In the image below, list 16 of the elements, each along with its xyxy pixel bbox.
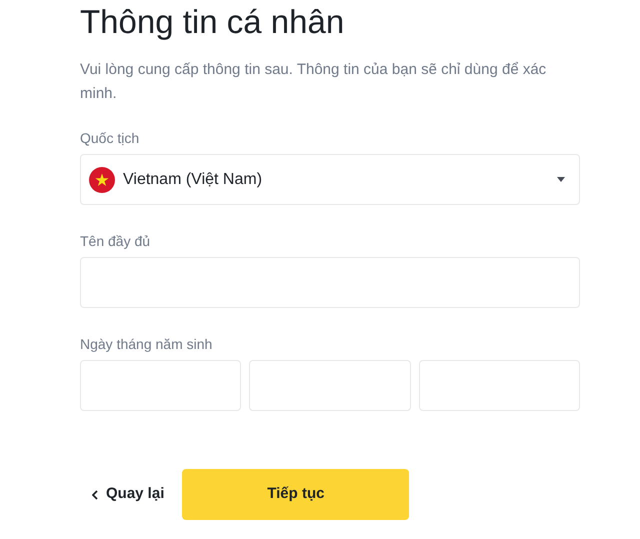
flag-icon bbox=[89, 166, 115, 192]
continue-button[interactable]: Tiếp tục bbox=[182, 469, 410, 520]
select-value: Vietnam (Việt Nam) bbox=[123, 170, 264, 190]
chevron-left-icon bbox=[92, 490, 98, 500]
field-label: Ngày tháng năm sinh bbox=[80, 335, 212, 354]
date-field[interactable] bbox=[249, 360, 411, 411]
field-label: Quốc tịch bbox=[80, 129, 140, 148]
nationality-select[interactable]: Vietnam (Việt Nam) bbox=[80, 154, 580, 205]
description-text: Vui lòng cung cấp thông tin sau. Thông tin của bạn sẽ chỉ dùng để xác minh. bbox=[80, 60, 548, 104]
date-field[interactable] bbox=[80, 360, 242, 411]
caret-icon bbox=[557, 177, 565, 182]
date-field[interactable] bbox=[418, 360, 580, 411]
field-label: Tên đầy đủ bbox=[80, 232, 150, 251]
page-title: Thông tin cá nhân bbox=[80, 2, 346, 42]
full-name-field[interactable] bbox=[80, 257, 580, 308]
back-button[interactable]: Quay lại bbox=[92, 483, 164, 506]
